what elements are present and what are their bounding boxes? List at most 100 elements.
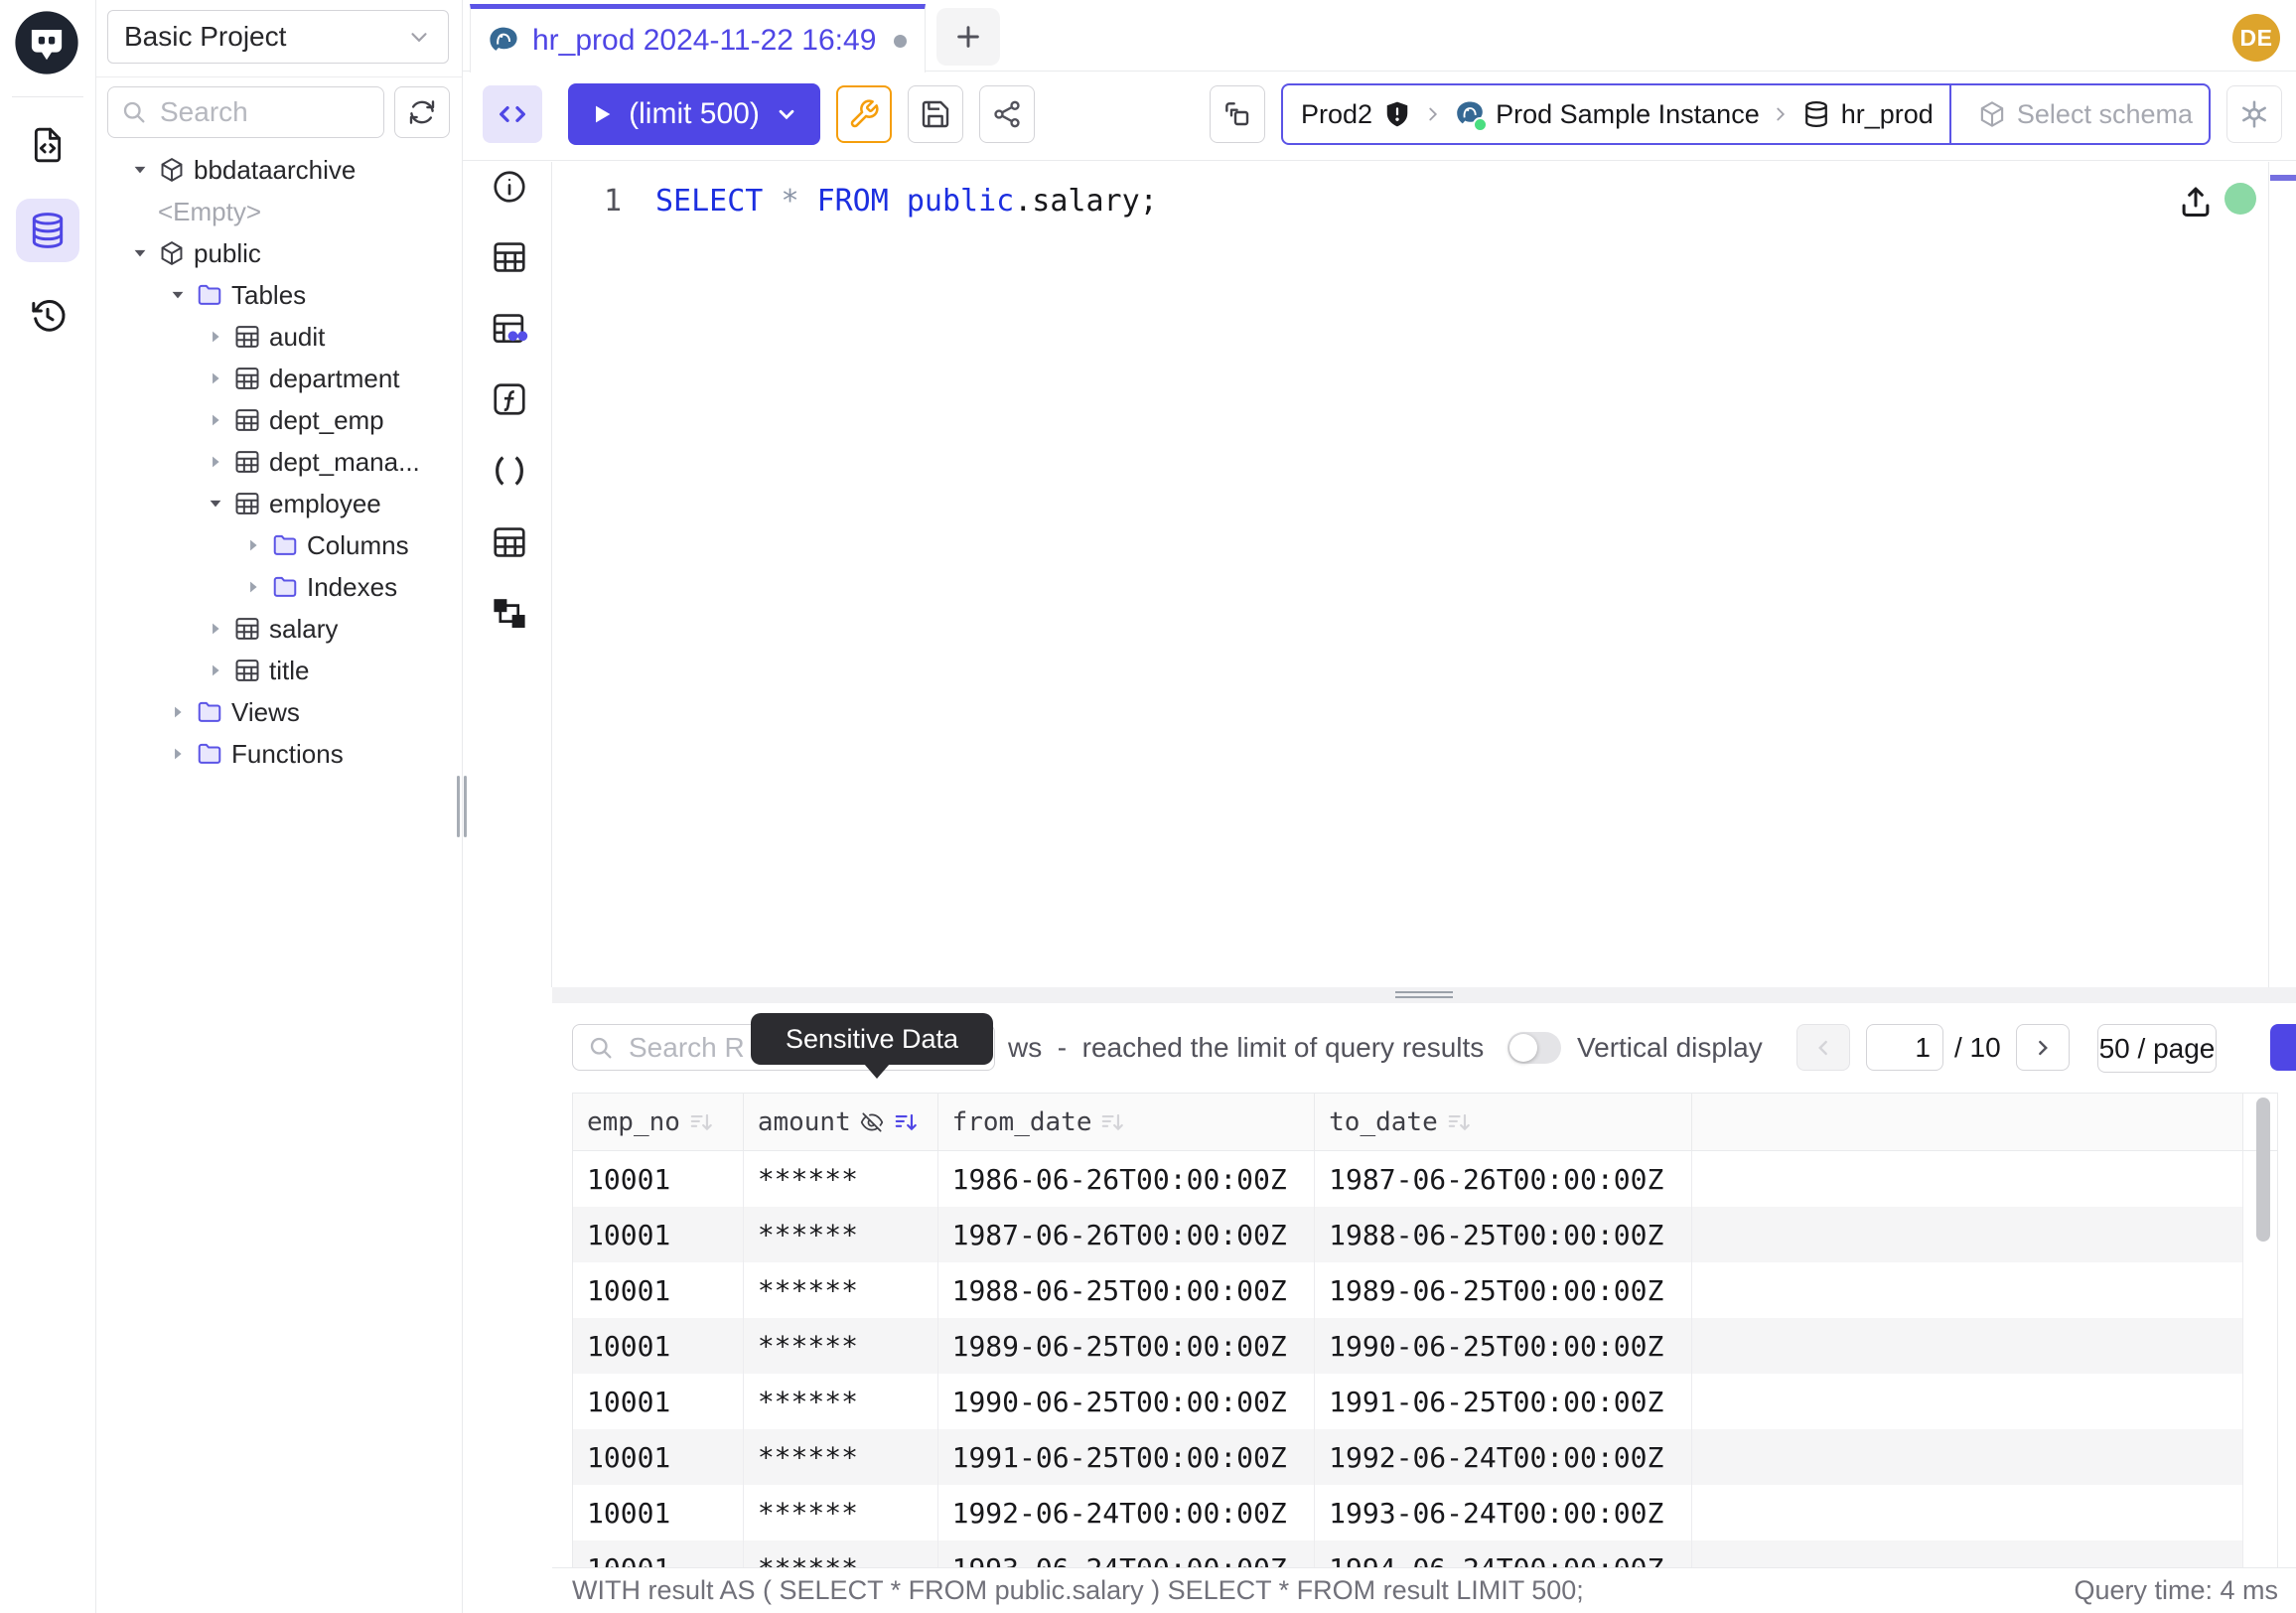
column-header-emp-no[interactable]: emp_no xyxy=(573,1094,744,1150)
table-row[interactable]: 10001******1993-06-24T00:00:00Z1994-06-2… xyxy=(573,1540,2277,1567)
table-row[interactable]: 10001******1988-06-25T00:00:00Z1989-06-2… xyxy=(573,1262,2277,1318)
tables-panel-button[interactable] xyxy=(488,235,531,279)
cell: 10001 xyxy=(573,1540,744,1567)
tree-item-functions[interactable]: Functions xyxy=(96,733,462,775)
caret-right-icon[interactable] xyxy=(206,660,225,680)
new-tab-button[interactable] xyxy=(936,8,1000,66)
avatar[interactable]: DE xyxy=(2232,14,2280,62)
page-number-input[interactable] xyxy=(1866,1024,1943,1071)
export-button[interactable] xyxy=(2270,1024,2296,1071)
table-row[interactable]: 10001******1991-06-25T00:00:00Z1992-06-2… xyxy=(573,1429,2277,1485)
tree-item-public[interactable]: public xyxy=(96,232,462,274)
history-nav-button[interactable] xyxy=(16,284,79,348)
cell: 1986-06-26T00:00:00Z xyxy=(938,1151,1316,1207)
cell: ****** xyxy=(744,1207,938,1262)
results-scrollbar[interactable] xyxy=(2256,1098,2270,1242)
table-row[interactable]: 10001******1990-06-25T00:00:00Z1991-06-2… xyxy=(573,1374,2277,1429)
scrollbar-gutter xyxy=(2243,1540,2277,1567)
tree-item-label: title xyxy=(269,656,309,686)
sidebar-resize-handle[interactable] xyxy=(457,776,469,837)
bytebase-logo[interactable] xyxy=(14,10,79,75)
functions-panel-button[interactable] xyxy=(488,377,531,421)
table-row[interactable]: 10001******1987-06-26T00:00:00Z1988-06-2… xyxy=(573,1207,2277,1262)
caret-right-icon[interactable] xyxy=(243,577,263,597)
breadcrumb-divider xyxy=(1949,85,1951,143)
tree-item-department[interactable]: department xyxy=(96,358,462,399)
sidebar-search-input[interactable] xyxy=(158,95,371,129)
format-sql-button[interactable] xyxy=(483,85,542,143)
caret-down-icon[interactable] xyxy=(130,243,150,263)
database-icon xyxy=(158,156,186,184)
column-header-amount[interactable]: amount xyxy=(744,1094,938,1150)
cell xyxy=(1692,1429,2243,1485)
cell xyxy=(1692,1374,2243,1429)
tree-item-employee[interactable]: employee xyxy=(96,483,462,524)
upload-button[interactable] xyxy=(2177,182,2217,221)
caret-right-icon[interactable] xyxy=(206,452,225,472)
caret-right-icon[interactable] xyxy=(206,619,225,639)
save-icon xyxy=(920,98,951,130)
file-code-icon xyxy=(28,125,68,165)
info-panel-button[interactable] xyxy=(488,165,531,209)
schema-select[interactable]: Select schema xyxy=(1961,99,2209,130)
tree-item-empty[interactable]: <Empty> xyxy=(96,191,462,232)
caret-right-icon[interactable] xyxy=(243,535,263,555)
tree-item-salary[interactable]: salary xyxy=(96,608,462,650)
column-header-from-date[interactable]: from_date xyxy=(938,1094,1316,1150)
caret-down-icon[interactable] xyxy=(206,494,225,513)
schema-diagram-button[interactable] xyxy=(488,592,531,636)
refresh-button[interactable] xyxy=(394,86,450,138)
caret-right-icon[interactable] xyxy=(206,410,225,430)
tree-item-views[interactable]: Views xyxy=(96,691,462,733)
tab-hr-prod[interactable]: hr_prod 2024-11-22 16:49 xyxy=(470,4,926,73)
prev-page-button[interactable] xyxy=(1796,1024,1850,1071)
postgresql-instance-icon xyxy=(1454,98,1486,130)
tree-item-title[interactable]: title xyxy=(96,650,462,691)
share-button[interactable] xyxy=(979,85,1035,143)
caret-right-icon[interactable] xyxy=(168,702,188,722)
connection-breadcrumb[interactable]: Prod2 Prod Sample Instance hr_prod Selec… xyxy=(1281,83,2211,145)
tab-bar: hr_prod 2024-11-22 16:49 DE xyxy=(463,0,2296,72)
database-nav-button[interactable] xyxy=(16,199,79,262)
run-query-button[interactable]: (limit 500) xyxy=(568,83,820,145)
masked-data-panel-button[interactable] xyxy=(488,307,531,351)
table-row[interactable]: 10001******1989-06-25T00:00:00Z1990-06-2… xyxy=(573,1318,2277,1374)
save-sheet-button[interactable] xyxy=(908,85,963,143)
sql-code-line[interactable]: SELECT * FROM public.salary; xyxy=(655,184,1158,219)
page-size-select[interactable]: 50 / page xyxy=(2097,1024,2217,1073)
tree-item-dept-mana[interactable]: dept_mana... xyxy=(96,441,462,483)
ai-assistant-button[interactable] xyxy=(2226,85,2282,143)
caret-down-icon[interactable] xyxy=(168,285,188,305)
tree-item-bbdataarchive[interactable]: bbdataarchive xyxy=(96,149,462,191)
sort-icon[interactable] xyxy=(893,1109,919,1135)
cell: 1990-06-25T00:00:00Z xyxy=(938,1374,1316,1429)
caret-down-icon[interactable] xyxy=(130,160,150,180)
table-row[interactable]: 10001******1986-06-26T00:00:00Z1987-06-2… xyxy=(573,1151,2277,1207)
caret-right-icon[interactable] xyxy=(168,744,188,764)
sort-icon[interactable] xyxy=(688,1109,714,1135)
procedures-panel-button[interactable] xyxy=(488,449,531,493)
tree-item-columns[interactable]: Columns xyxy=(96,524,462,566)
project-select[interactable]: Basic Project xyxy=(107,10,449,64)
query-settings-button[interactable] xyxy=(836,85,892,143)
sort-icon[interactable] xyxy=(1446,1109,1472,1135)
next-page-button[interactable] xyxy=(2016,1024,2070,1071)
plus-icon xyxy=(952,21,984,53)
cell: 1987-06-26T00:00:00Z xyxy=(938,1207,1316,1262)
tree-item-dept-emp[interactable]: dept_emp xyxy=(96,399,462,441)
caret-right-icon[interactable] xyxy=(206,327,225,347)
table-row[interactable]: 10001******1992-06-24T00:00:00Z1993-06-2… xyxy=(573,1485,2277,1540)
tree-item-audit[interactable]: audit xyxy=(96,316,462,358)
worksheet-nav-button[interactable] xyxy=(16,113,79,177)
caret-right-icon[interactable] xyxy=(206,368,225,388)
tree-item-indexes[interactable]: Indexes xyxy=(96,566,462,608)
column-header-to-date[interactable]: to_date xyxy=(1315,1094,1692,1150)
vertical-display-toggle[interactable] xyxy=(1507,1032,1561,1064)
panel-resize-handle[interactable] xyxy=(552,987,2296,1003)
external-tables-panel-button[interactable] xyxy=(488,520,531,564)
batch-query-button[interactable] xyxy=(1210,85,1265,143)
cell: 1991-06-25T00:00:00Z xyxy=(938,1429,1316,1485)
tree-item-tables[interactable]: Tables xyxy=(96,274,462,316)
results-footer: WITH result AS ( SELECT * FROM public.sa… xyxy=(552,1567,2296,1613)
sort-icon[interactable] xyxy=(1099,1109,1125,1135)
